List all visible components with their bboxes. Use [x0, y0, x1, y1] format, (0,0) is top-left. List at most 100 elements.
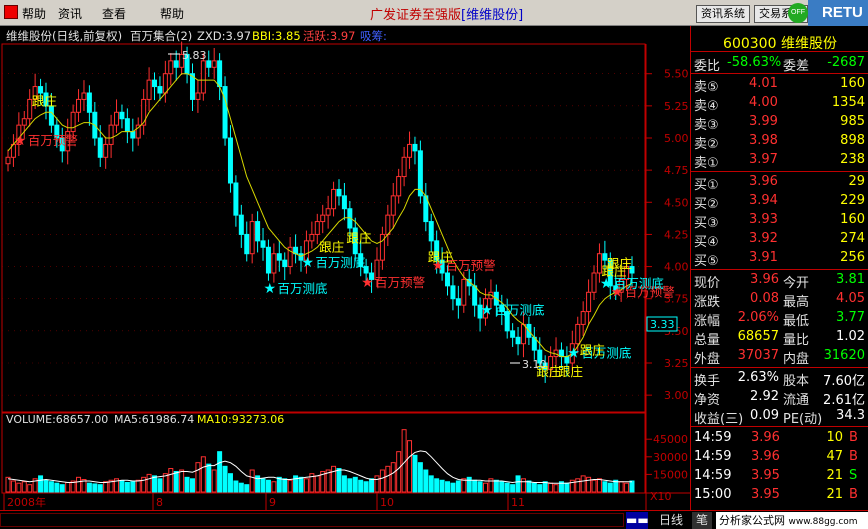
return-button[interactable]: RETU	[808, 0, 868, 26]
price-tick-label: 3.25	[664, 357, 689, 370]
volume-bar	[537, 484, 543, 493]
candle-body	[455, 298, 461, 306]
candle-body	[314, 221, 320, 235]
volume-bar	[227, 473, 233, 493]
tab-tick[interactable]: 笔	[692, 512, 712, 529]
sell-level-label: 卖③	[694, 118, 719, 133]
sell-price: 4.00	[749, 95, 778, 110]
status-bar: ▬▬ 日线 笔 分析家公式网 www.88gg.com	[0, 510, 868, 529]
tick-row: 15:00 3.95 21 B	[691, 486, 868, 505]
signal-11: 跟庄	[558, 364, 583, 379]
menu-news[interactable]: 资讯	[58, 5, 82, 22]
stat-value: 4.05	[836, 291, 865, 306]
volume-bar	[21, 481, 27, 493]
stat-label: 外盘	[694, 352, 721, 367]
volume-bar	[38, 475, 44, 493]
buy-level-label: 买③	[694, 216, 719, 231]
volume-bar	[629, 480, 635, 493]
scroll-marker[interactable]: ▬▬	[626, 512, 649, 529]
volume-bar	[374, 475, 380, 493]
sell-volume: 160	[840, 76, 865, 91]
candle-body	[428, 221, 434, 242]
menu-help-left[interactable]: 帮助	[22, 5, 46, 22]
news-system-button[interactable]: 资讯系统	[696, 5, 750, 23]
stat-row: 外盘 37037 内盘 31620	[691, 347, 868, 367]
buy-row: 买③ 3.93 160	[691, 211, 868, 231]
signal-label: 百万测底	[494, 303, 544, 318]
volume-bar	[119, 480, 125, 493]
sell-row: 卖③ 3.99 985	[691, 113, 868, 133]
stat-value: 1.02	[836, 329, 865, 344]
candle-body	[168, 60, 174, 75]
chart-bbi-value: BBI:3.85	[252, 29, 301, 43]
volume-bar	[152, 475, 158, 493]
app-logo-icon	[4, 5, 18, 19]
stat-value: 2.61亿	[823, 393, 865, 408]
volume-bar	[385, 465, 391, 493]
volume-bar	[466, 476, 472, 493]
tick-volume: 47	[826, 449, 843, 464]
brand-url: www.88gg.com	[788, 517, 858, 527]
volume-bar	[124, 481, 130, 493]
signal-label: 百万预警	[28, 133, 78, 148]
candle-body	[249, 221, 255, 255]
candle-body	[157, 86, 163, 94]
volume-bar	[341, 475, 347, 493]
sell-volume: 985	[840, 114, 865, 129]
candle-body	[146, 79, 152, 100]
date-tick-label: 2008年	[7, 495, 46, 509]
stat-label: 最低	[783, 314, 810, 329]
tick-time: 15:00	[694, 487, 732, 502]
signal-4: ★ 百万测底	[263, 281, 327, 297]
volume-bar	[189, 478, 195, 493]
off-toggle-icon[interactable]: OFF	[788, 3, 808, 23]
stat-label: 内盘	[783, 352, 810, 367]
signal-label: 百万测底	[277, 281, 327, 296]
price-tick-label: 5.00	[664, 132, 689, 145]
volume-bar	[580, 475, 586, 493]
tick-price: 3.96	[751, 430, 780, 445]
candle-body	[445, 272, 451, 287]
date-tick-label: 8	[156, 496, 163, 509]
volume-bar	[493, 479, 499, 493]
volume-bar	[168, 468, 174, 493]
stat-value: 31620	[823, 348, 865, 363]
signal-label: 百万预警	[446, 258, 496, 273]
candle-body	[461, 278, 467, 306]
tick-side: B	[849, 430, 858, 445]
divider	[691, 171, 868, 172]
candle-body	[255, 221, 261, 242]
tab-daily[interactable]: 日线	[654, 512, 688, 529]
volume-bar	[499, 481, 505, 493]
menu-help[interactable]: 帮助	[160, 5, 184, 22]
volume-bar	[542, 481, 548, 493]
volume-bar	[16, 482, 22, 493]
volume-bar	[217, 451, 223, 493]
volume-bar	[244, 484, 250, 493]
kline-chart[interactable]: 维维股份(日线,前复权) 百万集合(2) ZXD:3.97 BBI:3.85 活…	[0, 26, 690, 510]
stat-label: 量比	[783, 333, 810, 348]
volume-bar	[27, 484, 33, 493]
volume-bar	[336, 468, 342, 493]
volume-bar	[450, 482, 456, 493]
stat-value: 3.81	[836, 272, 865, 287]
candle-body	[200, 60, 206, 94]
candle-body	[103, 143, 109, 158]
menu-bar: 帮助 资讯 查看 帮助 广发证券至强版[维维股份] 资讯系统 交易系统 OFF …	[0, 0, 868, 26]
date-tick-label: 9	[269, 496, 276, 509]
stat-label: PE(动)	[783, 412, 823, 427]
candle-body	[86, 92, 92, 113]
candle-body	[385, 214, 391, 235]
stat-label: 最高	[783, 295, 810, 310]
sell-price: 3.99	[749, 114, 778, 129]
app-window: 帮助 资讯 查看 帮助 广发证券至强版[维维股份] 资讯系统 交易系统 OFF …	[0, 0, 868, 529]
stat-row: 现价 3.96 今开 3.81	[691, 271, 868, 291]
signal-1: 跟庄	[32, 93, 57, 108]
candle-body	[152, 79, 158, 88]
weibi-label: 委比	[694, 59, 721, 74]
scroll-track[interactable]	[0, 513, 624, 527]
divider	[691, 269, 868, 270]
candle-body	[580, 311, 586, 325]
signal-star-icon: ★	[567, 346, 580, 362]
menu-view[interactable]: 查看	[102, 5, 126, 22]
